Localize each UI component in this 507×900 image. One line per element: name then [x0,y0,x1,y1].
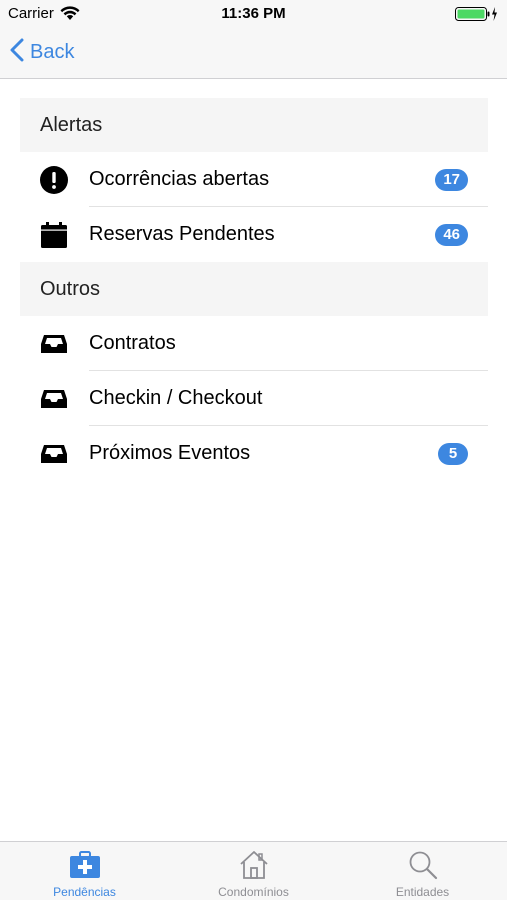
back-label: Back [30,40,75,63]
list-item-reservas[interactable]: Reservas Pendentes 46 [20,207,488,262]
tab-pendencias[interactable]: Pendências [0,842,169,900]
section-header-alertas: Alertas [20,98,488,152]
search-icon [406,850,440,880]
chevron-left-icon [10,38,24,67]
tab-condominios[interactable]: Condomínios [169,842,338,900]
house-icon [237,850,271,880]
count-badge: 5 [438,442,468,465]
tab-entidades[interactable]: Entidades [338,842,507,900]
count-badge: 46 [435,223,468,246]
list-item-checkin-checkout[interactable]: Checkin / Checkout [20,371,488,426]
list-item-label: Próximos Eventos [89,442,251,464]
inbox-icon [40,440,68,468]
medical-kit-icon [68,850,102,880]
status-bar: Carrier 11:36 PM [0,0,507,28]
battery-icon [455,6,499,27]
list-item-label: Ocorrências abertas [89,168,270,190]
inbox-icon [40,330,68,358]
list-item-label: Contratos [89,332,176,354]
inbox-icon [40,385,68,413]
count-badge: 17 [435,168,468,191]
list-item-label: Reservas Pendentes [89,223,275,245]
section-header-outros: Outros [20,262,488,316]
tab-label: Entidades [395,885,450,899]
list-item-proximos-eventos[interactable]: Próximos Eventos 5 [20,426,488,481]
tab-label: Condomínios [218,885,289,899]
exclamation-icon [40,165,68,194]
navigation-bar: Back [0,28,507,79]
list-item-ocorrencias[interactable]: Ocorrências abertas 17 [20,152,488,207]
pending-list: Alertas Ocorrências abertas 17 Reservas … [20,98,488,481]
tab-bar: Pendências Condomínios Entidades [0,841,507,900]
status-time: 11:36 PM [221,5,286,22]
tab-label: Pendências [53,885,116,899]
back-button[interactable]: Back [10,38,74,66]
list-item-contratos[interactable]: Contratos [20,316,488,371]
list-item-label: Checkin / Checkout [89,387,263,409]
calendar-icon [40,221,68,249]
